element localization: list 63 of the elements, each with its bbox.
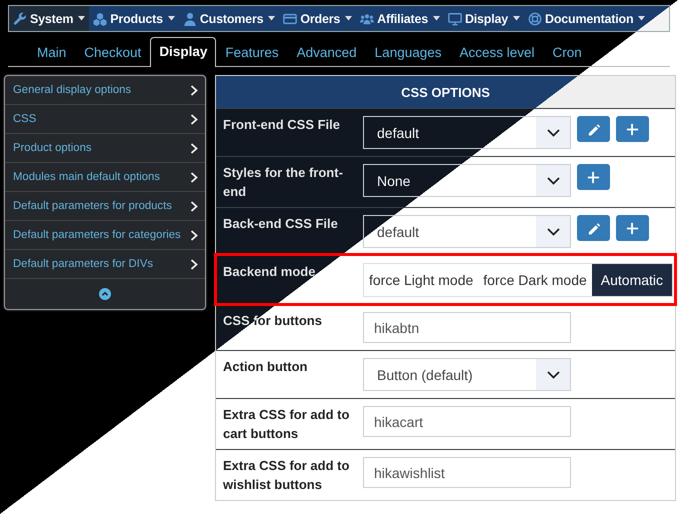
chevron-right-icon — [190, 84, 198, 96]
chevron-right-icon — [190, 142, 198, 154]
tab[interactable]: Features — [216, 38, 288, 67]
caret-icon — [432, 16, 440, 21]
person-icon — [182, 12, 197, 26]
caret-icon — [268, 16, 276, 21]
chevron-right-icon — [190, 200, 198, 212]
add-button[interactable] — [616, 215, 649, 241]
edit-button[interactable] — [577, 215, 610, 241]
chevron-right-icon — [190, 172, 198, 182]
sidebar-item[interactable]: General display options — [5, 76, 205, 105]
people-icon — [360, 12, 374, 26]
panel-header: CSS OPTIONS — [216, 76, 675, 108]
collapse-up-icon[interactable] — [99, 288, 111, 300]
select-field[interactable]: default — [363, 116, 571, 149]
tab[interactable]: Languages — [366, 38, 450, 67]
edit-button[interactable] — [577, 116, 610, 142]
add-button[interactable] — [616, 116, 649, 142]
caret-icon — [78, 16, 86, 21]
caret-icon — [168, 16, 175, 21]
chevron-right-icon — [190, 258, 198, 270]
tab[interactable]: Access level — [450, 38, 544, 67]
chevron-down-icon — [546, 228, 560, 236]
select-field[interactable]: None — [363, 164, 571, 197]
caret-icon — [345, 16, 352, 21]
sidebar-item[interactable]: Default parameters for categories — [5, 221, 205, 250]
pencil-icon — [587, 122, 600, 136]
chevron-down-icon — [546, 176, 560, 184]
text-field[interactable]: hikabtn — [363, 312, 571, 343]
text-field[interactable]: hikacart — [363, 406, 571, 437]
caret-icon — [638, 16, 646, 21]
tab[interactable]: Display — [150, 37, 216, 67]
mode-option[interactable]: force Light mode — [364, 264, 478, 296]
plus-icon — [587, 170, 600, 184]
cubes-icon — [93, 12, 108, 26]
sidebar-item[interactable]: Default parameters for products — [5, 192, 205, 221]
plus-icon — [626, 222, 639, 234]
sidebar-item[interactable]: Modules main default options — [5, 163, 205, 192]
pencil-icon — [587, 222, 600, 234]
tab[interactable]: Main — [28, 38, 76, 67]
sidebar-item[interactable]: Default parameters for DIVs — [5, 250, 205, 279]
lifebuoy-icon — [528, 12, 542, 26]
tab[interactable]: Checkout — [75, 38, 150, 67]
chevron-right-icon — [190, 114, 198, 124]
tab[interactable]: Cron — [544, 38, 591, 67]
text-field[interactable]: hikawishlist — [363, 457, 571, 488]
select-field[interactable]: Button (default) — [363, 358, 571, 391]
credit-card-icon — [283, 12, 298, 26]
chevron-right-icon — [190, 230, 198, 240]
tab[interactable]: Advanced — [288, 38, 366, 67]
select-field[interactable]: default — [363, 215, 571, 248]
menu-item[interactable]: System — [9, 6, 90, 31]
monitor-icon — [448, 12, 462, 26]
caret-icon — [513, 16, 520, 21]
sidebar-item[interactable]: Product options — [5, 134, 205, 163]
wrench-icon — [13, 12, 27, 26]
plus-icon — [626, 122, 639, 136]
mode-option[interactable]: Automatic — [592, 264, 672, 296]
chevron-down-icon — [546, 370, 560, 378]
add-button[interactable] — [577, 164, 610, 190]
sidebar-item[interactable]: CSS — [5, 105, 205, 134]
mode-option[interactable]: force Dark mode — [478, 264, 592, 296]
chevron-down-icon — [546, 128, 560, 136]
